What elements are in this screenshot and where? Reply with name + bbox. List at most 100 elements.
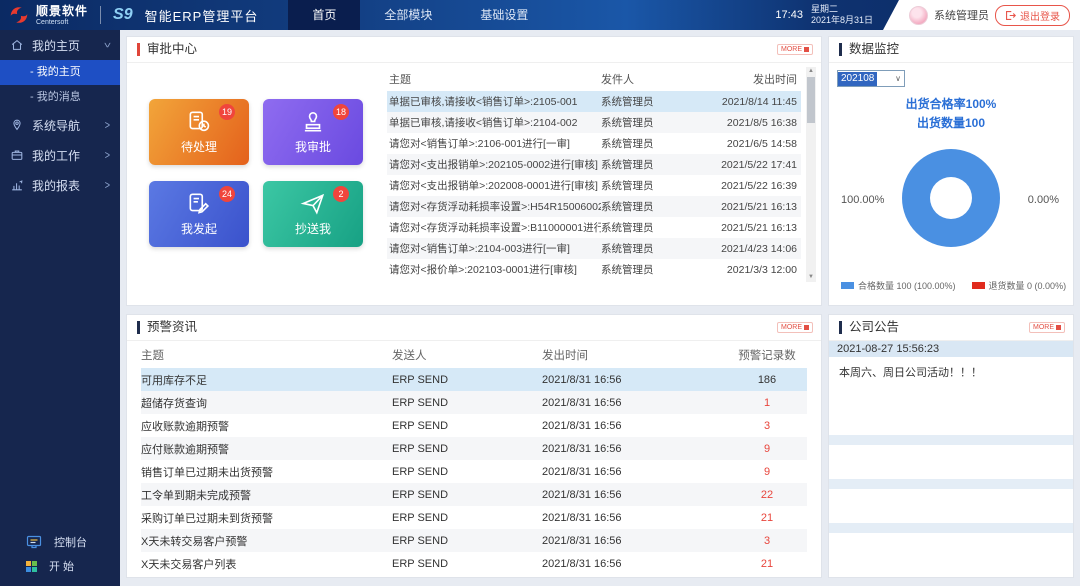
data-monitor-panel: 数据监控 202108 ∨ 出货合格率100% 出货数量100 100.00% … — [828, 36, 1074, 306]
col-sender: 发件人 — [601, 74, 634, 86]
panel-title-bar: 预警资讯 MORE — [127, 315, 821, 341]
sidebar: 我的主页 > 我的主页 我的消息 系统导航 > 我的工作 > 我的报表 > — [0, 30, 120, 586]
alerts-table: 主题 发送人 发出时间 预警记录数 可用库存不足 ERP SEND 2021/8… — [127, 341, 821, 575]
approval-row[interactable]: 请您对<报价单>:202103-0001进行[审核] 系统管理员 2021/3/… — [387, 259, 801, 280]
badge-count: 18 — [332, 104, 349, 120]
alerts-table-header: 主题 发送人 发出时间 预警记录数 — [141, 341, 807, 368]
approval-row[interactable]: 请您对<存货浮动耗损率设置>:B11000001进行[审核] 系统管理员 202… — [387, 217, 801, 238]
alert-row[interactable]: 可用库存不足 ERP SEND 2021/8/31 16:56 186 — [141, 368, 807, 391]
console-label: 控制台 — [54, 537, 87, 549]
announcement-date: 2021-08-27 15:56:23 — [829, 341, 1073, 357]
alert-sender: ERP SEND — [392, 488, 449, 501]
alert-row[interactable]: 超储存货查询 ERP SEND 2021/8/31 16:56 1 — [141, 391, 807, 414]
sidebar-item-label: 我的工作 — [32, 148, 81, 163]
alert-row[interactable]: 采购订单已过期未到货预警 ERP SEND 2021/8/31 16:56 21 — [141, 506, 807, 529]
approval-row[interactable]: 请您对<支出报销单>:202105-0002进行[审核] 系统管理员 2021/… — [387, 154, 801, 175]
col-subject: 主题 — [141, 349, 164, 362]
nav-home[interactable]: 首页 — [288, 0, 361, 30]
alert-row[interactable]: 应收账款逾期预警 ERP SEND 2021/8/31 16:56 3 — [141, 414, 807, 437]
alert-record-count: 3 — [763, 419, 771, 432]
pie-label-left: 100.00% — [841, 194, 885, 206]
nav-all-modules[interactable]: 全部模块 — [360, 0, 456, 30]
approval-subject: 单据已审核,请接收<销售订单>:2104-002 — [389, 117, 578, 129]
alert-subject: 可用库存不足 — [141, 374, 207, 387]
sidebar-subitem-my-home[interactable]: 我的主页 — [0, 60, 120, 85]
alert-time: 2021/8/31 16:56 — [542, 396, 622, 409]
alert-record-count: 9 — [763, 465, 771, 478]
alert-time: 2021/8/31 16:56 — [542, 442, 622, 455]
approval-row[interactable]: 单据已审核,请接收<销售订单>:2104-002 系统管理员 2021/8/5 … — [387, 112, 801, 133]
alert-subject: X天未交易客户列表 — [141, 558, 237, 571]
panel-title-bar: 审批中心 MORE — [127, 37, 821, 63]
scroll-thumb[interactable] — [807, 77, 815, 123]
nav-basic-settings[interactable]: 基础设置 — [456, 0, 552, 30]
approval-time: 2021/6/5 14:58 — [726, 137, 797, 150]
approval-row[interactable]: 请您对<存货浮动耗损率设置>:H54R15006002进行[审核] 系统管理员 … — [387, 196, 801, 217]
alert-sender: ERP SEND — [392, 419, 449, 432]
panel-title-bar: 公司公告 MORE — [829, 315, 1073, 341]
approval-rows: 单据已审核,请接收<销售订单>:2105-001 系统管理员 2021/8/14… — [387, 91, 801, 280]
more-label: MORE — [781, 324, 802, 331]
scrollbar[interactable]: ▲ ▼ — [806, 67, 816, 282]
console-button[interactable]: 控制台 — [0, 530, 120, 554]
alert-subject: 工令单到期未完成预警 — [141, 489, 251, 502]
approval-time: 2021/5/21 16:13 — [721, 200, 797, 213]
alert-sender: ERP SEND — [392, 511, 449, 524]
brand-logo-icon — [10, 7, 28, 23]
monitor-stats: 出货合格率100% 出货数量100 — [829, 95, 1073, 133]
alert-row[interactable]: 工令单到期未完成预警 ERP SEND 2021/8/31 16:56 22 — [141, 483, 807, 506]
approval-tile[interactable]: 2 抄送我 — [263, 181, 363, 247]
approval-tile[interactable]: 24 我发起 — [149, 181, 249, 247]
chart-icon — [12, 180, 23, 191]
scroll-up-icon[interactable]: ▲ — [808, 67, 814, 76]
approval-row[interactable]: 请您对<支出报销单>:202008-0001进行[审核] 系统管理员 2021/… — [387, 175, 801, 196]
col-sent-time: 发出时间 — [753, 74, 797, 86]
legend-swatch — [971, 282, 985, 289]
empty-announcement-slot — [829, 523, 1073, 533]
more-button[interactable]: MORE — [1029, 322, 1065, 333]
date-block: 星期二 2021年8月31日 — [811, 4, 873, 27]
approval-row[interactable]: 请您对<销售订单>:2106-001进行[一审] 系统管理员 2021/6/5 … — [387, 133, 801, 154]
alert-subject: 采购订单已过期未到货预警 — [141, 512, 273, 525]
sidebar-item-label: 我的主页 — [32, 38, 81, 53]
approval-row[interactable]: 请您对<销售订单>:2104-003进行[一审] 系统管理员 2021/4/23… — [387, 238, 801, 259]
approval-sender: 系统管理员 — [601, 201, 654, 213]
sidebar-item-system-nav[interactable]: 系统导航 > — [0, 110, 120, 140]
approval-tile[interactable]: 19 待处理 — [149, 99, 249, 165]
sidebar-subitem-my-messages[interactable]: 我的消息 — [0, 85, 120, 110]
start-button[interactable]: 开 始 — [0, 554, 120, 578]
approval-row[interactable]: 单据已审核,请接收<销售订单>:2105-001 系统管理员 2021/8/14… — [387, 91, 801, 112]
sidebar-item-my-work[interactable]: 我的工作 > — [0, 140, 120, 170]
sidebar-item-my-home[interactable]: 我的主页 > — [0, 30, 120, 60]
doc-edit-icon — [189, 193, 210, 214]
announcement-content: 本周六、周日公司活动！！！ — [839, 367, 982, 379]
more-button[interactable]: MORE — [777, 44, 813, 55]
scroll-down-icon[interactable]: ▼ — [808, 273, 814, 282]
legend-label: 合格数量 100 (100.00%) — [858, 281, 956, 291]
alert-row[interactable]: 销售订单已过期未出货预警 ERP SEND 2021/8/31 16:56 9 — [141, 460, 807, 483]
brand-logo: 顺景软件 Centersoft S9 智能ERP管理平台 — [0, 4, 258, 26]
logout-icon — [1006, 10, 1016, 20]
alert-row[interactable]: X天未交易客户列表 ERP SEND 2021/8/31 16:56 21 — [141, 552, 807, 575]
approval-tile[interactable]: 18 我审批 — [263, 99, 363, 165]
approval-sender: 系统管理员 — [601, 180, 654, 192]
alert-row[interactable]: 应付账款逾期预警 ERP SEND 2021/8/31 16:56 9 — [141, 437, 807, 460]
logout-button[interactable]: 退出登录 — [995, 4, 1070, 26]
donut-chart — [902, 149, 1000, 247]
clock: 17:43 — [775, 9, 803, 21]
tile-label: 我审批 — [294, 140, 331, 154]
chart-legend: 合格数量 100 (100.00%) 退货数量 0 (0.00%) — [841, 279, 1066, 292]
col-subject: 主题 — [389, 74, 411, 86]
alert-sender: ERP SEND — [392, 465, 449, 478]
approval-subject: 请您对<支出报销单>:202105-0002进行[审核] — [389, 159, 598, 171]
alert-subject: 应付账款逾期预警 — [141, 443, 229, 456]
doc-clock-icon — [189, 111, 210, 132]
weekday: 星期二 — [810, 3, 838, 14]
announcement-item[interactable]: 2021-08-27 15:56:23 本周六、周日公司活动！！！ — [829, 341, 1073, 401]
sidebar-item-my-reports[interactable]: 我的报表 > — [0, 170, 120, 200]
more-button[interactable]: MORE — [777, 322, 813, 333]
user-avatar[interactable] — [909, 5, 928, 25]
alert-row[interactable]: X天未转交易客户预警 ERP SEND 2021/8/31 16:56 3 — [141, 529, 807, 552]
empty-announcement-slot — [829, 445, 1073, 479]
period-select[interactable]: 202108 ∨ — [837, 70, 905, 87]
